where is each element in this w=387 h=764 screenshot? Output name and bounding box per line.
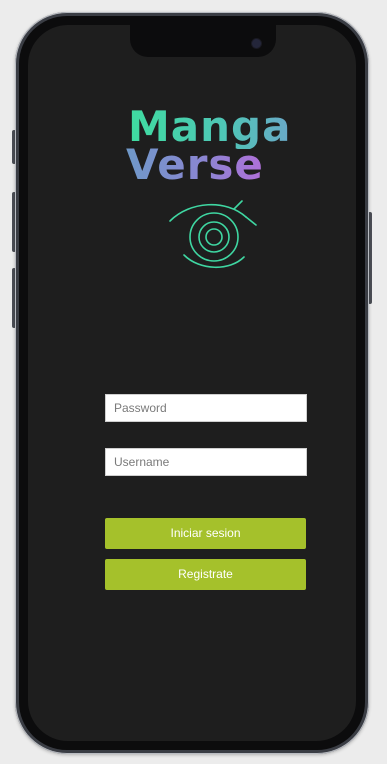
username-input[interactable] xyxy=(105,448,307,476)
register-button[interactable]: Registrate xyxy=(105,559,306,590)
notch xyxy=(130,25,276,57)
eye-iris-outer xyxy=(189,212,239,262)
eye-icon xyxy=(169,200,257,268)
device-mockup: Manga Verse Iniciar sesion xyxy=(0,0,387,764)
eye-lash-top xyxy=(233,200,243,210)
eye-upper-lid xyxy=(169,203,247,222)
phone-bezel: Manga Verse Iniciar sesion xyxy=(19,16,365,750)
eye-lash-tail xyxy=(245,216,257,226)
eye-pupil xyxy=(205,228,223,246)
login-screen: Manga Verse Iniciar sesion xyxy=(28,25,356,741)
logo-text-verse: Verse xyxy=(126,140,264,189)
camera-icon xyxy=(252,39,261,48)
login-button[interactable]: Iniciar sesion xyxy=(105,518,306,549)
eye-iris-middle xyxy=(198,221,230,253)
phone-frame: Manga Verse Iniciar sesion xyxy=(15,12,369,754)
password-input[interactable] xyxy=(105,394,307,422)
